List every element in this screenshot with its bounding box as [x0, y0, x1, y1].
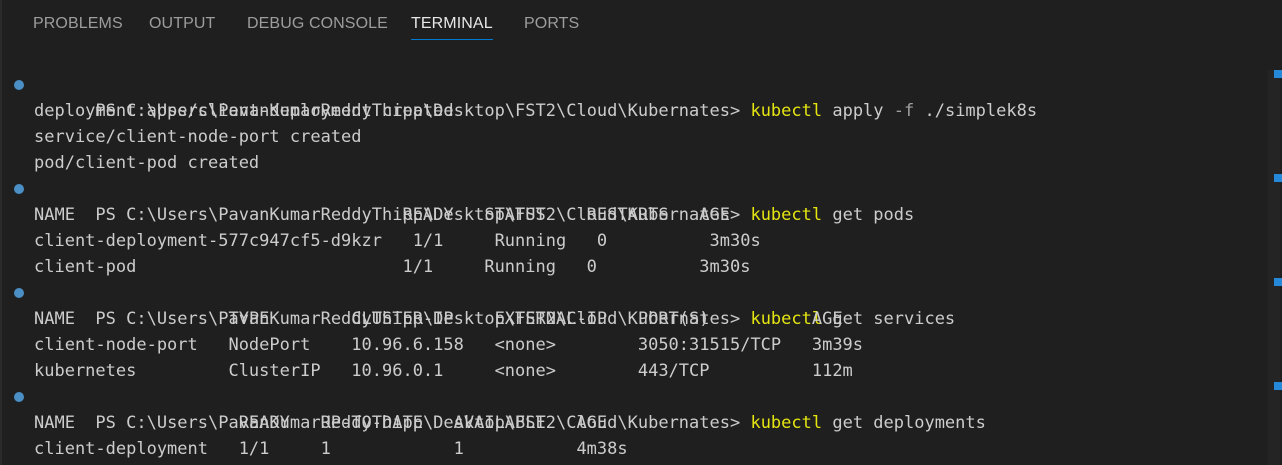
output-line: NAME READY STATUS RESTARTS AGE — [34, 205, 730, 225]
prompt-line: PS C:\Users\PavanKumarReddyThipp\Desktop… — [2, 280, 1266, 329]
tab-problems[interactable]: PROBLEMS — [33, 14, 123, 34]
command-decoration-icon[interactable] — [14, 288, 24, 298]
output-line: deployment.apps/client-deployment create… — [34, 101, 454, 121]
output-line: service/client-node-port created — [34, 127, 362, 147]
prompt-line: PS C:\Users\PavanKumarReddyThipp\Desktop… — [2, 176, 1266, 225]
output-line: NAME TYPE CLUSTER-IP EXTERNAL-IP PORT(S)… — [34, 309, 843, 329]
output-line: kubernetes ClusterIP 10.96.0.1 <none> 44… — [34, 361, 853, 381]
terminal-output[interactable]: PS C:\Users\PavanKumarReddyThipp\Desktop… — [2, 72, 1266, 465]
terminal-panel: PROBLEMS OUTPUT DEBUG CONSOLE TERMINAL P… — [0, 0, 1282, 465]
terminal-scrollbar[interactable] — [1266, 70, 1282, 465]
output-line: client-pod 1/1 Running 0 3m30s — [34, 257, 751, 277]
panel-tabs: PROBLEMS OUTPUT DEBUG CONSOLE TERMINAL P… — [2, 0, 1282, 46]
scrollbar-command-marker — [1274, 174, 1282, 182]
active-tab-indicator — [411, 39, 493, 40]
output-line: NAME READY UP-TO-DATE AVAILABLE AGE — [34, 413, 608, 433]
tab-terminal-label: TERMINAL — [411, 15, 493, 32]
output-line: client-deployment-577c947cf5-d9kzr 1/1 R… — [34, 231, 761, 251]
output-line: client-deployment 1/1 1 1 4m38s — [34, 439, 628, 459]
scrollbar-command-marker — [1274, 382, 1282, 390]
command-decoration-icon[interactable] — [14, 184, 24, 194]
scrollbar-command-marker — [1274, 70, 1282, 78]
prompt-line: PS C:\Users\PavanKumarReddyThipp\Desktop… — [2, 384, 1266, 433]
scrollbar-command-marker — [1274, 278, 1282, 286]
tab-output[interactable]: OUTPUT — [149, 14, 215, 34]
output-line: pod/client-pod created — [34, 153, 260, 173]
tab-terminal[interactable]: TERMINAL — [411, 14, 493, 40]
command-decoration-icon[interactable] — [14, 80, 24, 90]
tab-debug-console[interactable]: DEBUG CONSOLE — [247, 14, 388, 34]
tab-ports[interactable]: PORTS — [524, 14, 579, 34]
command-decoration-icon[interactable] — [14, 392, 24, 402]
prompt-line: PS C:\Users\PavanKumarReddyThipp\Desktop… — [2, 72, 1266, 121]
scrollbar-thumb[interactable] — [1268, 70, 1280, 465]
output-line: client-node-port NodePort 10.96.6.158 <n… — [34, 335, 864, 355]
